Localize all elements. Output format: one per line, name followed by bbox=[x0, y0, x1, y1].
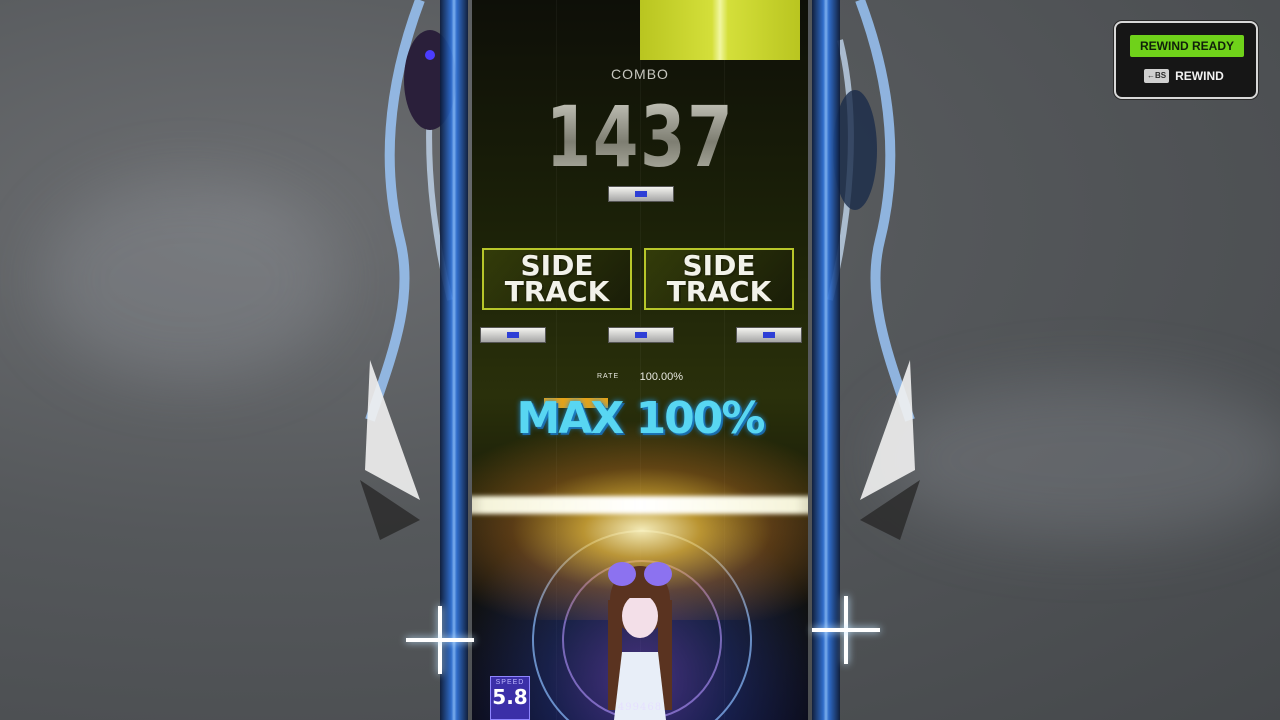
key-marker-center bbox=[608, 327, 674, 343]
left-pillar bbox=[440, 0, 468, 720]
speed-indicator: SPEED 5.8 bbox=[490, 676, 530, 720]
key-marker-left bbox=[480, 327, 546, 343]
side-track-right-line2: TRACK bbox=[666, 275, 772, 308]
rewind-label: REWIND bbox=[1175, 69, 1224, 83]
right-pillar bbox=[812, 0, 840, 720]
speed-value: 5.8 bbox=[492, 685, 528, 709]
side-track-right: SIDE TRACK bbox=[644, 248, 794, 310]
rewind-ready-badge: REWIND READY bbox=[1130, 35, 1244, 57]
rewind-button[interactable]: ←BS REWIND bbox=[1144, 67, 1224, 85]
playfield: COMBO 1437 SIDE TRACK SIDE TRACK RATE 10… bbox=[472, 0, 808, 720]
key-marker-right bbox=[736, 327, 802, 343]
combo-counter: 1437 bbox=[509, 88, 771, 186]
character-portrait bbox=[608, 562, 672, 720]
rewind-panel: REWIND READY ←BS REWIND bbox=[1114, 21, 1258, 99]
rate-label: RATE bbox=[596, 373, 620, 381]
side-track-left: SIDE TRACK bbox=[482, 248, 632, 310]
combo-label: COMBO bbox=[611, 66, 669, 82]
backspace-key-icon: ←BS bbox=[1144, 69, 1170, 83]
falling-note bbox=[640, 0, 800, 60]
judgement-line bbox=[472, 496, 808, 514]
key-marker-center bbox=[608, 186, 674, 202]
background-cloud bbox=[40, 180, 340, 380]
rate-display: RATE 100.00% bbox=[472, 368, 808, 386]
side-track-left-line2: TRACK bbox=[504, 275, 610, 308]
rate-value: 100.00% bbox=[639, 370, 684, 383]
score-display: 499468 bbox=[617, 702, 663, 713]
background-cloud bbox=[880, 380, 1280, 540]
max-judgement-text: MAX 100% bbox=[516, 393, 765, 444]
